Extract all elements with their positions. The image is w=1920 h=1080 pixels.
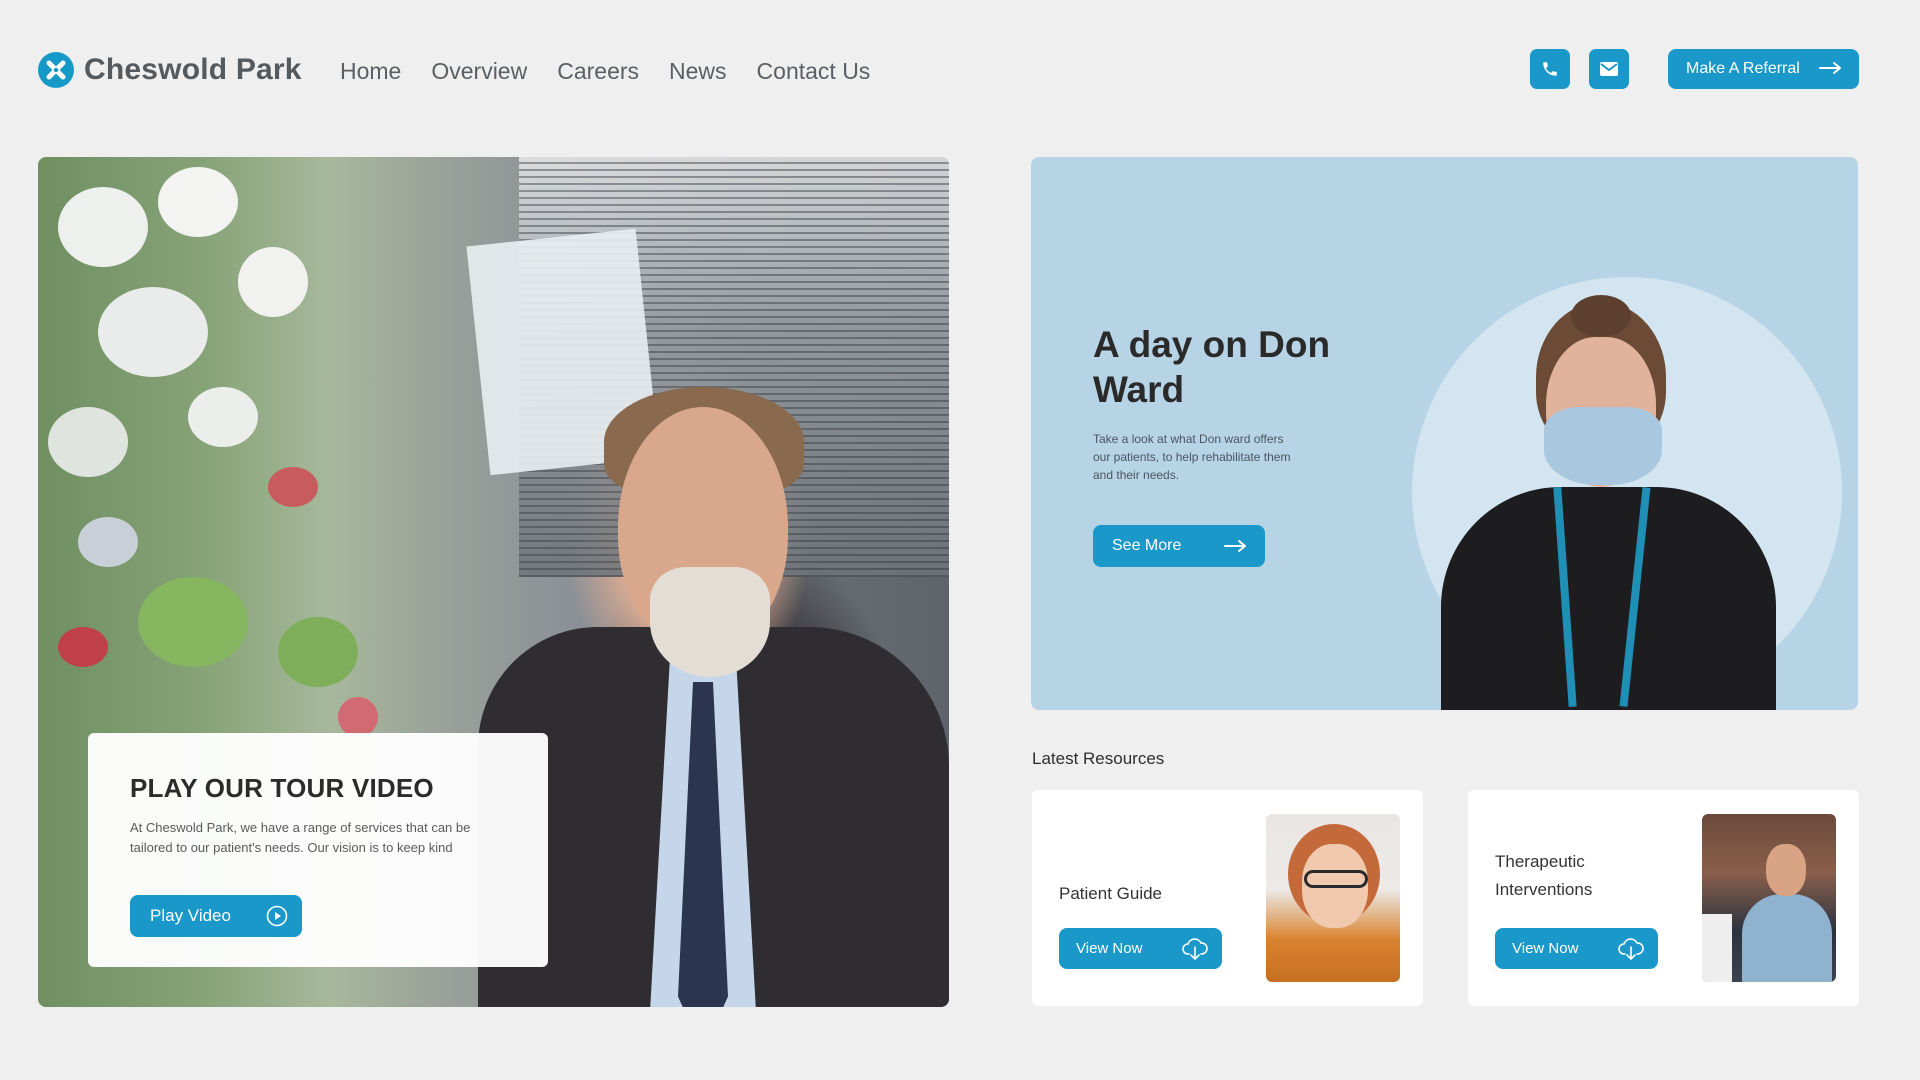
brand-name: Cheswold Park	[84, 53, 302, 86]
site-header: Cheswold Park Home Overview Careers News…	[38, 44, 1859, 96]
nav-item-overview[interactable]: Overview	[431, 58, 527, 85]
phone-button[interactable]	[1530, 49, 1570, 89]
feature-title: A day on Don Ward	[1093, 324, 1331, 410]
phone-icon	[1543, 62, 1557, 76]
view-now-label: View Now	[1076, 940, 1143, 957]
tour-video-card: PLAY OUR TOUR VIDEO At Cheswold Park, we…	[88, 733, 548, 967]
tour-video-hero: PLAY OUR TOUR VIDEO At Cheswold Park, we…	[38, 157, 949, 1007]
cloud-download-icon	[1618, 938, 1644, 960]
view-now-button[interactable]: View Now	[1495, 928, 1658, 969]
play-circle-icon	[266, 905, 288, 927]
main-nav: Home Overview Careers News Contact Us	[340, 58, 900, 85]
mail-icon	[1600, 62, 1618, 76]
tour-video-title: PLAY OUR TOUR VIDEO	[130, 773, 434, 803]
logo-cross-icon	[38, 52, 74, 88]
don-ward-feature: A day on Don Ward Take a look at what Do…	[1031, 157, 1858, 710]
make-referral-button[interactable]: Make A Referral	[1668, 49, 1859, 89]
nav-item-home[interactable]: Home	[340, 58, 401, 85]
see-more-label: See More	[1112, 537, 1182, 554]
nav-item-news[interactable]: News	[669, 58, 727, 85]
see-more-button[interactable]: See More	[1093, 525, 1265, 567]
feature-description: Take a look at what Don ward offers our …	[1093, 432, 1291, 482]
resource-card-therapeutic-interventions: Therapeutic Interventions View Now	[1468, 790, 1859, 1006]
cloud-download-icon	[1182, 938, 1208, 960]
arrow-right-icon	[1224, 540, 1246, 552]
resource-title: Therapeutic Interventions	[1495, 852, 1593, 899]
resource-card-patient-guide: Patient Guide View Now	[1032, 790, 1423, 1006]
play-video-button[interactable]: Play Video	[130, 895, 302, 937]
view-now-button[interactable]: View Now	[1059, 928, 1222, 969]
make-referral-label: Make A Referral	[1686, 60, 1800, 77]
play-video-label: Play Video	[150, 906, 231, 925]
resource-title: Patient Guide	[1059, 884, 1163, 903]
mail-button[interactable]	[1589, 49, 1629, 89]
patient-guide-photo	[1266, 814, 1400, 982]
nav-item-contact-us[interactable]: Contact Us	[757, 58, 871, 85]
latest-resources-heading: Latest Resources	[1032, 749, 1165, 768]
brand-logo[interactable]: Cheswold Park	[38, 52, 302, 88]
view-now-label: View Now	[1512, 940, 1579, 957]
arrow-right-icon	[1819, 62, 1841, 74]
therapeutic-interventions-photo	[1702, 814, 1836, 982]
tour-video-description: At Cheswold Park, we have a range of ser…	[130, 820, 471, 855]
nav-item-careers[interactable]: Careers	[557, 58, 639, 85]
